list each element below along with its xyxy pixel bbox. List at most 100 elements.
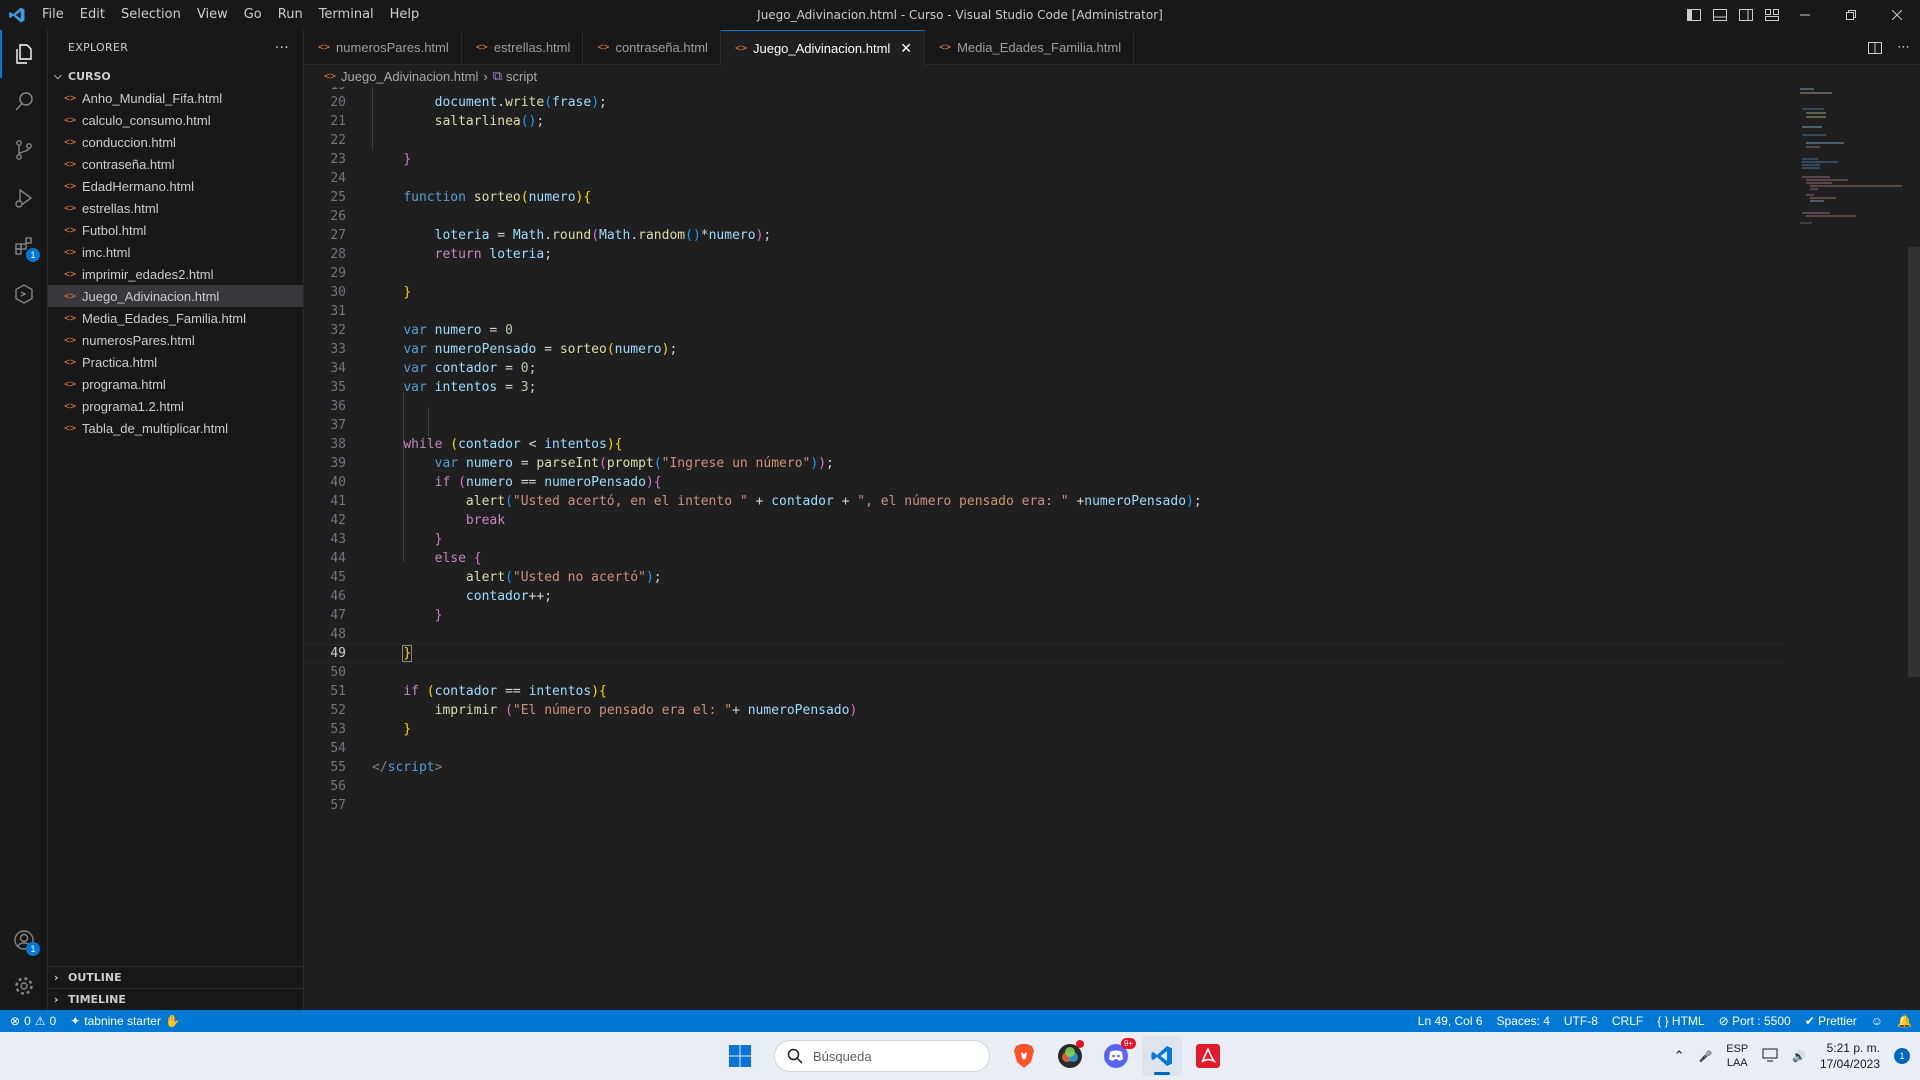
tab-contrasena[interactable]: <> contraseña.html [583,30,721,65]
restore-button[interactable] [1828,0,1874,30]
close-window-button[interactable] [1874,0,1920,30]
split-editor-icon[interactable] [1867,40,1883,56]
indentation[interactable]: Spaces: 4 [1497,1014,1550,1028]
taskbar-search-input[interactable]: Búsqueda [774,1040,990,1072]
source-control-icon[interactable] [0,126,48,174]
code-line: 24 [304,169,1784,188]
network-icon[interactable] [1762,1048,1778,1065]
toggle-primary-sidebar-icon[interactable] [1686,7,1702,23]
discord-icon[interactable]: 9+ [1096,1036,1136,1076]
code-line: 25 function sorteo(numero){ [304,188,1784,207]
acrobat-icon[interactable] [1188,1036,1228,1076]
explorer-file-item[interactable]: <> estrellas.html [48,197,303,219]
chevron-down-icon: ⌵ [54,70,62,82]
explorer-file-item[interactable]: <> Tabla_de_multiplicar.html [48,417,303,439]
explorer-file-item[interactable]: <> numerosPares.html [48,329,303,351]
vertical-scrollbar[interactable] [1906,87,1920,1010]
notification-center-badge[interactable]: 1 [1894,1048,1910,1064]
file-name: calculo_consumo.html [82,112,211,128]
encoding[interactable]: UTF-8 [1564,1014,1598,1028]
line-number: 51 [330,684,346,699]
menu-terminal[interactable]: Terminal [311,0,382,30]
folder-curso[interactable]: ⌵ CURSO [48,65,303,87]
problems-indicator[interactable]: ⊗ 0 ⚠ 0 [10,1014,56,1028]
language-mode[interactable]: { } HTML [1657,1014,1704,1028]
explorer-file-item[interactable]: <> imc.html [48,241,303,263]
explorer-file-item[interactable]: <> Media_Edades_Familia.html [48,307,303,329]
davinci-resolve-icon[interactable] [1050,1036,1090,1076]
outline-section[interactable]: › OUTLINE [48,966,304,988]
extensions-icon[interactable]: 1 [0,222,48,270]
toggle-panel-icon[interactable] [1712,7,1728,23]
menu-go[interactable]: Go [236,0,270,30]
tab-estrellas[interactable]: <> estrellas.html [462,30,584,65]
language-indicator[interactable]: ESP LAA [1726,1042,1748,1070]
run-debug-icon[interactable] [0,174,48,222]
chevron-up-icon[interactable]: ⌃ [1674,1048,1685,1064]
remote-explorer-icon[interactable] [0,270,48,318]
breadcrumb-file[interactable]: Juego_Adivinacion.html [341,69,478,84]
explorer-file-item[interactable]: <> programa.html [48,373,303,395]
menu-help[interactable]: Help [382,0,428,30]
volume-icon[interactable]: 🔊 [1792,1050,1806,1063]
html-file-icon: <> [64,356,77,368]
file-name: Futbol.html [82,222,147,238]
explorer-file-item[interactable]: <> EdadHermano.html [48,175,303,197]
tab-juego-adivinacion[interactable]: <> Juego_Adivinacion.html ✕ [720,30,926,65]
tabnine-status[interactable]: ✦ tabnine starter ✋ [70,1014,180,1028]
menu-run[interactable]: Run [270,0,311,30]
accounts-icon[interactable]: 1 [0,916,48,964]
microphone-icon[interactable]: 🎤 [1699,1050,1713,1063]
customize-layout-icon[interactable] [1764,7,1780,23]
end-of-line[interactable]: CRLF [1612,1014,1643,1028]
menu-view[interactable]: View [189,0,236,30]
search-icon[interactable] [0,78,48,126]
menu-file[interactable]: File [34,0,72,30]
toggle-secondary-sidebar-icon[interactable] [1738,7,1754,23]
explorer-file-item[interactable]: <> Practica.html [48,351,303,373]
title-bar: File Edit Selection View Go Run Terminal… [0,0,1920,30]
menu-selection[interactable]: Selection [113,0,189,30]
tab-numerosPares[interactable]: <> numerosPares.html [304,30,462,65]
file-name: Practica.html [82,354,158,370]
close-tab-icon[interactable]: ✕ [900,40,912,57]
prettier-status[interactable]: ✔ Prettier [1805,1014,1857,1028]
clock[interactable]: 5:21 p. m. 17/04/2023 [1820,1040,1880,1072]
line-number: 29 [330,266,346,281]
file-name: conduccion.html [82,134,176,150]
minimize-button[interactable] [1782,0,1828,30]
timeline-label: TIMELINE [68,993,126,1006]
feedback-icon[interactable]: ☺ [1871,1014,1883,1028]
menu-edit[interactable]: Edit [72,0,113,30]
line-number: 32 [330,323,346,338]
code-editor[interactable]: 19 20 document.write(frase); 21 saltarli… [304,87,1920,1010]
code-line: 28 return loteria; [304,245,1784,264]
live-server-port[interactable]: ⊘ Port : 5500 [1719,1014,1791,1028]
line-number: 41 [330,494,346,509]
explorer-more-actions-button[interactable]: ··· [275,40,289,56]
explorer-file-item[interactable]: <> Juego_Adivinacion.html [48,285,303,307]
notifications-bell-icon[interactable]: 🔔 [1897,1014,1912,1028]
breadcrumb-symbol[interactable]: script [506,69,537,84]
tab-media-edades[interactable]: <> Media_Edades_Familia.html [925,30,1135,65]
explorer-header: EXPLORER ··· [48,30,303,65]
windows-start-icon[interactable] [720,1036,760,1076]
brave-browser-icon[interactable] [1004,1036,1044,1076]
scrollbar-thumb[interactable] [1908,247,1920,677]
explorer-file-item[interactable]: <> contraseña.html [48,153,303,175]
manage-gear-icon[interactable] [0,962,48,1010]
current-code-line: 49 } [304,644,1784,663]
explorer-file-item[interactable]: <> calculo_consumo.html [48,109,303,131]
explorer-file-item[interactable]: <> Anho_Mundial_Fifa.html [48,87,303,109]
explorer-icon[interactable] [0,30,48,78]
cursor-position[interactable]: Ln 49, Col 6 [1418,1014,1483,1028]
minimap[interactable] [1796,87,1906,287]
more-actions-icon[interactable]: ⋯ [1897,40,1910,55]
explorer-file-item[interactable]: <> programa1.2.html [48,395,303,417]
explorer-file-item[interactable]: <> Futbol.html [48,219,303,241]
timeline-section[interactable]: › TIMELINE [48,988,304,1010]
outline-label: OUTLINE [68,971,122,984]
explorer-file-item[interactable]: <> imprimir_edades2.html [48,263,303,285]
vscode-taskbar-icon[interactable] [1142,1036,1182,1076]
explorer-file-item[interactable]: <> conduccion.html [48,131,303,153]
